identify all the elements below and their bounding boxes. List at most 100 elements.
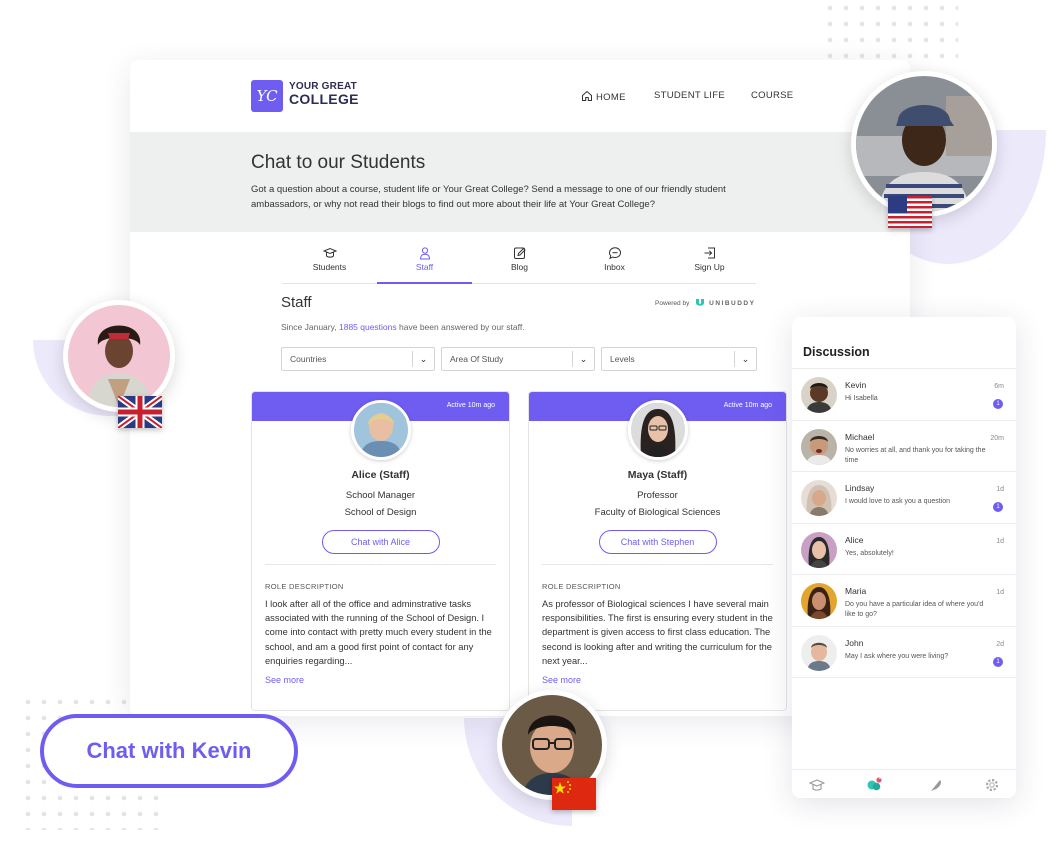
see-more-link[interactable]: See more (542, 675, 581, 685)
chat-with-kevin-button[interactable]: Chat with Kevin (40, 714, 298, 788)
tab-staff-label: Staff (415, 262, 434, 272)
avatar[interactable] (627, 400, 688, 460)
conversation-item[interactable]: Alice Yes, absolutely! 1d (792, 524, 1016, 575)
staff-name: Maya (Staff) (627, 469, 688, 481)
us-student-photo (856, 76, 992, 212)
nav-home[interactable]: HOME (581, 90, 626, 103)
conversation-item[interactable]: Kevin Hi Isabella 6m 1 (792, 369, 1016, 421)
tab-inbox[interactable]: Inbox (567, 242, 662, 284)
chat-with-stephen-button[interactable]: Chat with Stephen (598, 530, 717, 554)
conversation-time: 6m (994, 383, 1004, 390)
tab-students-label: Students (312, 262, 347, 272)
conversation-name: Lindsay (845, 483, 875, 493)
person-icon (419, 247, 430, 260)
home-icon (582, 90, 592, 101)
staff-role: School Manager (345, 490, 416, 501)
college-logo[interactable]: YC (251, 80, 283, 112)
conversation-item[interactable]: Lindsay I would love to ask you a questi… (792, 472, 1016, 524)
tab-blog[interactable]: Blog (472, 242, 567, 284)
dot-grid-decoration (822, 0, 958, 64)
gear-icon[interactable] (984, 777, 1000, 793)
chat-badge-count: 3 (878, 775, 882, 781)
conversation-name: John (845, 637, 864, 648)
college-logo-text: YOUR GREAT COLLEGE (289, 82, 359, 107)
staff-section-title: Staff (281, 294, 312, 311)
conversation-message: Hi Isabella (845, 395, 878, 402)
staff-card-alice: Active 10m ago Alice (Staff) School Mana… (251, 391, 510, 711)
levels-select[interactable]: Levels ⌄ (601, 347, 757, 371)
area-of-study-select-value: Area Of Study (450, 354, 504, 364)
nav-student-life[interactable]: STUDENT LIFE (654, 90, 725, 101)
discussion-panel: Discussion Kevin Hi Isabella 6m 1 Michae… (792, 317, 1016, 798)
role-description-heading: ROLE DESCRIPTION (265, 582, 344, 591)
avatar (801, 480, 837, 516)
questions-answered-text: Since January, 1885 questions have been … (281, 322, 525, 332)
since-prefix: Since January, (281, 322, 337, 332)
conversation-time: 20m (990, 434, 1004, 442)
avatar (801, 531, 837, 568)
countries-select[interactable]: Countries ⌄ (281, 347, 435, 371)
avatar[interactable] (350, 400, 411, 460)
tab-inbox-label: Inbox (604, 262, 625, 272)
powered-by: Powered by UNIBUDDY (655, 298, 755, 307)
conversation-time: 2d (996, 640, 1004, 648)
avatar (856, 76, 992, 212)
unread-badge: 1 (993, 502, 1003, 512)
page-title: Chat to our Students (251, 152, 426, 173)
tab-students[interactable]: Students (282, 242, 377, 284)
conversation-message: May I ask where you were living? (845, 652, 949, 660)
discussion-footer: 3 (792, 769, 1016, 798)
uk-student-photo (68, 305, 170, 407)
tab-blog-label: Blog (510, 262, 528, 272)
unread-badge: 1 (993, 656, 1003, 667)
unibuddy-brand: UNIBUDDY (709, 300, 756, 307)
nav-course[interactable]: COURSE (751, 90, 793, 101)
tab-sign-up[interactable]: Sign Up (662, 242, 757, 284)
avatar (801, 428, 837, 465)
conversation-name: Alice (845, 534, 864, 545)
conversation-message: No worries at all, and thank you for tak… (845, 446, 986, 464)
hero-banner: Chat to our Students Got a question abou… (130, 132, 910, 232)
role-description-text: I look after all of the office and admin… (265, 599, 492, 666)
graduation-cap-icon (322, 247, 337, 258)
levels-select-value: Levels (610, 354, 635, 364)
conversation-name: Maria (845, 586, 867, 596)
avatar (801, 377, 837, 413)
tab-sign-up-label: Sign Up (694, 262, 725, 272)
conversation-time: 1d (996, 537, 1004, 545)
tab-bar: Students Staff Blog Inbox Sign Up (282, 242, 756, 284)
top-nav: YC YOUR GREAT COLLEGE HOME STUDENT LIFE … (130, 60, 910, 132)
logo-line-2: COLLEGE (289, 91, 359, 107)
avatar (801, 583, 837, 619)
graduation-cap-icon[interactable] (809, 777, 825, 793)
alice-photo (353, 403, 408, 457)
conversation-name: Michael (845, 431, 875, 442)
conversation-list: Kevin Hi Isabella 6m 1 Michael No worrie… (792, 368, 1016, 678)
staff-card-maya: Active 10m ago Maya (Staff) Professor Fa… (528, 391, 787, 711)
feather-icon[interactable] (928, 777, 944, 793)
powered-by-label: Powered by (655, 300, 690, 307)
conversation-message: Yes, absolutely! (845, 549, 894, 557)
conversation-item[interactable]: Michael No worries at all, and thank you… (792, 421, 1016, 472)
countries-select-value: Countries (290, 354, 327, 364)
unibuddy-logo-icon (696, 299, 705, 306)
avatar (801, 634, 837, 671)
sign-in-icon (704, 247, 715, 259)
divider (542, 564, 773, 565)
staff-department: Faculty of Biological Sciences (594, 507, 721, 518)
conversation-message: Do you have a particular idea of where y… (845, 601, 984, 618)
chat-bubble-icon (608, 247, 621, 260)
questions-count-link[interactable]: 1885 questions (339, 322, 397, 332)
staff-department: School of Design (344, 507, 417, 518)
edit-icon (513, 247, 526, 259)
chat-with-alice-button[interactable]: Chat with Alice (321, 530, 440, 554)
unread-badge: 1 (993, 399, 1003, 409)
conversation-time: 1d (996, 589, 1004, 596)
conversation-item[interactable]: Maria Do you have a particular idea of w… (792, 575, 1016, 627)
see-more-link[interactable]: See more (265, 675, 304, 685)
area-of-study-select[interactable]: Area Of Study ⌄ (441, 347, 595, 371)
chevron-down-icon: ⌄ (412, 351, 434, 367)
conversation-item[interactable]: John May I ask where you were living? 2d… (792, 627, 1016, 678)
divider (265, 564, 496, 565)
tab-staff[interactable]: Staff (377, 242, 472, 284)
